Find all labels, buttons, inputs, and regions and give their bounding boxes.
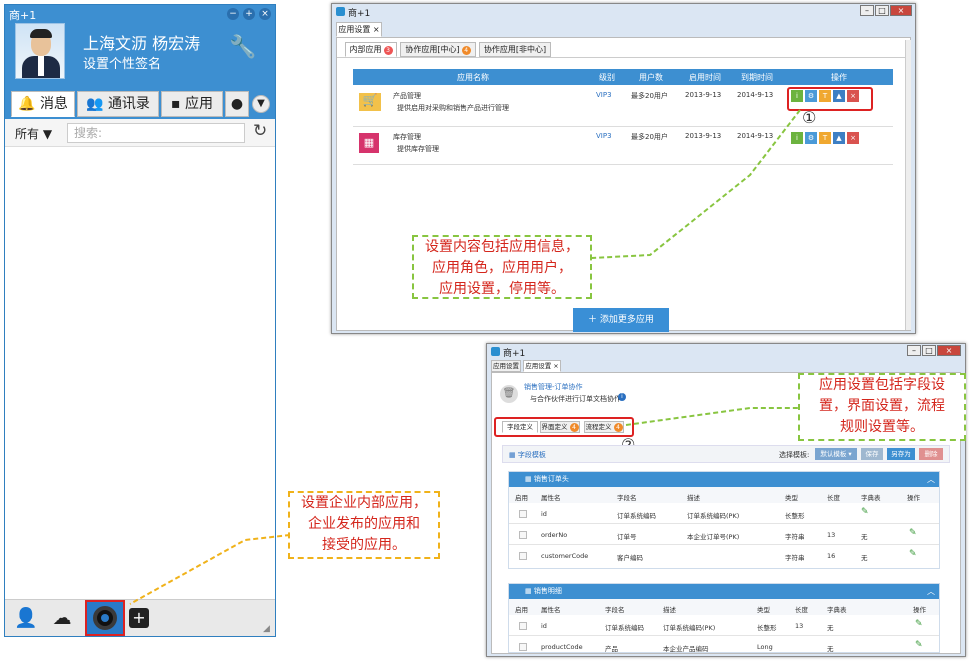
callout-note-1: 设置内容包括应用信息， 应用角色，应用用户， 应用设置，停用等。 bbox=[412, 235, 592, 299]
connector-lines bbox=[129, 109, 801, 605]
callout-note-3: 设置企业内部应用， 企业发布的应用和 接受的应用。 bbox=[288, 491, 440, 559]
callout-note-2: 应用设置包括字段设 置，界面设置，流程 规则设置等。 bbox=[798, 373, 966, 441]
